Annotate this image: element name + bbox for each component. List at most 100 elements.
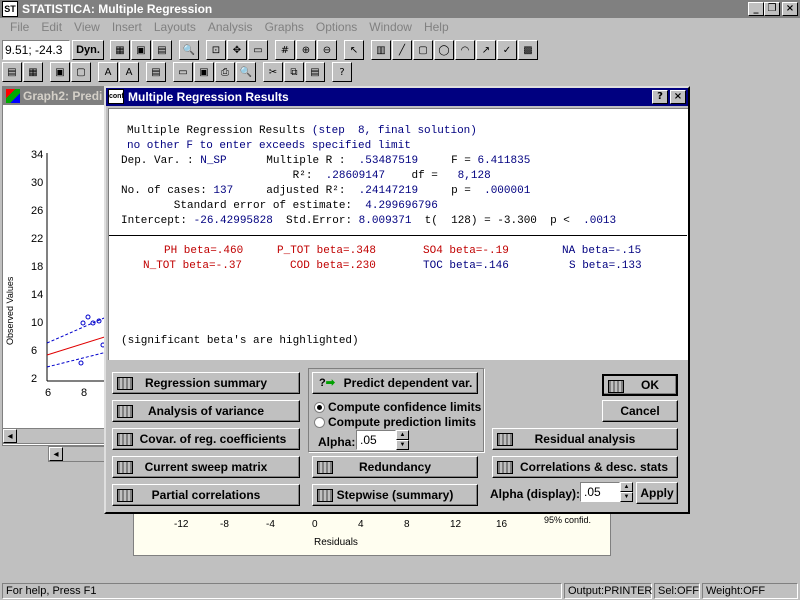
menu-file[interactable]: File bbox=[4, 18, 35, 37]
cut-icon[interactable]: ✂ bbox=[263, 62, 283, 82]
layout-icon[interactable]: ▤ bbox=[152, 40, 172, 60]
cancel-button[interactable]: Cancel bbox=[602, 400, 678, 422]
brush-icon[interactable]: ▥ bbox=[371, 40, 391, 60]
ok-button[interactable]: OK bbox=[602, 374, 678, 396]
fill-icon[interactable]: ▣ bbox=[50, 62, 70, 82]
pointer-icon[interactable]: ↖ bbox=[344, 40, 364, 60]
close-icon[interactable]: × bbox=[782, 2, 798, 16]
residual-analysis-button[interactable]: Residual analysis bbox=[492, 428, 678, 450]
alpha-input[interactable]: .05 bbox=[356, 430, 396, 450]
current-sweep-matrix-button[interactable]: Current sweep matrix bbox=[112, 456, 300, 478]
help-icon[interactable]: ? bbox=[332, 62, 352, 82]
redundancy-button[interactable]: Redundancy bbox=[312, 456, 478, 478]
frame-icon[interactable]: ▢ bbox=[71, 62, 91, 82]
spin-up-icon[interactable]: ▲ bbox=[396, 430, 409, 440]
graph-hscrollbar-2[interactable]: ◂ bbox=[48, 446, 108, 462]
open-icon[interactable]: ▭ bbox=[173, 62, 193, 82]
confidence-limits-radio[interactable]: Compute confidence limits bbox=[314, 400, 481, 414]
paste-icon[interactable]: ▤ bbox=[305, 62, 325, 82]
zoom-in-icon[interactable]: ⊕ bbox=[296, 40, 316, 60]
analysis-of-variance-button[interactable]: Analysis of variance bbox=[112, 400, 300, 422]
scale-icon[interactable]: ▭ bbox=[248, 40, 268, 60]
menu-view[interactable]: View bbox=[68, 18, 106, 37]
draw-arrow-icon[interactable]: ↗ bbox=[476, 40, 496, 60]
spin-up-icon[interactable]: ▲ bbox=[620, 482, 633, 492]
menu-window[interactable]: Window bbox=[363, 18, 418, 37]
alpha-display-input[interactable]: .05 bbox=[580, 482, 620, 502]
dialog-title: Multiple Regression Results bbox=[128, 90, 289, 104]
spin-down-icon[interactable]: ▼ bbox=[620, 492, 633, 502]
graph2-titlebar[interactable]: Graph2: Predi bbox=[3, 87, 111, 105]
print-icon[interactable]: ⎙ bbox=[215, 62, 235, 82]
draw-ellipse-icon[interactable]: ◯ bbox=[434, 40, 454, 60]
menu-layouts[interactable]: Layouts bbox=[148, 18, 202, 37]
status-output[interactable]: Output:PRINTER bbox=[564, 583, 652, 599]
beta-s: S beta=.133 bbox=[569, 260, 642, 272]
copy-icon[interactable]: ⧉ bbox=[284, 62, 304, 82]
dialog-titlebar[interactable]: conf Multiple Regression Results ? × bbox=[106, 88, 688, 106]
menu-insert[interactable]: Insert bbox=[106, 18, 148, 37]
dialog-close-icon[interactable]: × bbox=[670, 90, 686, 104]
draw-arc-icon[interactable]: ◠ bbox=[455, 40, 475, 60]
graph-layout-icon[interactable]: ▤ bbox=[146, 62, 166, 82]
predict-dependent-button[interactable]: ?➡ Predict dependent var. bbox=[312, 372, 478, 394]
apply-button[interactable]: Apply bbox=[636, 482, 678, 504]
residuals-xtick: 8 bbox=[404, 519, 410, 530]
colors-icon[interactable]: ▦ bbox=[23, 62, 43, 82]
status-sel[interactable]: Sel:OFF bbox=[654, 583, 700, 599]
toolbar-format: ▤ ▦ ▣ ▢ A A ▤ ▭ ▣ ⎙ 🔍 ✂ ⧉ ▤ ? bbox=[0, 60, 800, 84]
check-icon[interactable]: ✓ bbox=[497, 40, 517, 60]
zoom-area-icon[interactable]: ⊡ bbox=[206, 40, 226, 60]
save-icon[interactable]: ▣ bbox=[194, 62, 214, 82]
residuals-xtick: 16 bbox=[496, 519, 508, 530]
pan-icon[interactable]: ✥ bbox=[227, 40, 247, 60]
coordinate-readout: 9.51; -24.3 bbox=[2, 40, 70, 60]
correlations-desc-stats-button[interactable]: Correlations & desc. stats bbox=[492, 456, 678, 478]
draw-line-icon[interactable]: ╱ bbox=[392, 40, 412, 60]
font-larger-icon[interactable]: A bbox=[98, 62, 118, 82]
prediction-limits-radio[interactable]: Compute prediction limits bbox=[314, 415, 476, 429]
restore-icon[interactable]: ❐ bbox=[764, 2, 780, 16]
preview-icon[interactable]: 🔍 bbox=[236, 62, 256, 82]
minimize-icon[interactable]: _ bbox=[748, 2, 764, 16]
spin-down-icon[interactable]: ▼ bbox=[396, 440, 409, 450]
menu-options[interactable]: Options bbox=[310, 18, 363, 37]
table-icon bbox=[497, 433, 513, 446]
residuals-xtick: -8 bbox=[220, 519, 229, 530]
menu-edit[interactable]: Edit bbox=[35, 18, 68, 37]
dyn-button[interactable]: Dyn. bbox=[72, 40, 104, 60]
lock-icon[interactable]: ▩ bbox=[518, 40, 538, 60]
draw-rect-icon[interactable]: ▢ bbox=[413, 40, 433, 60]
menu-analysis[interactable]: Analysis bbox=[202, 18, 259, 37]
palette-icon[interactable]: ▤ bbox=[2, 62, 22, 82]
regression-results-dialog: conf Multiple Regression Results ? × Mul… bbox=[104, 86, 690, 514]
menu-help[interactable]: Help bbox=[418, 18, 455, 37]
stepwise-summary-button[interactable]: Stepwise (summary) bbox=[312, 484, 478, 506]
regression-summary-button[interactable]: Regression summary bbox=[112, 372, 300, 394]
dialog-icon: conf bbox=[108, 89, 124, 104]
grid-icon[interactable]: # bbox=[275, 40, 295, 60]
graph2-hscrollbar[interactable]: ◂ bbox=[2, 428, 106, 444]
alpha-spinner[interactable]: ▲ ▼ bbox=[396, 430, 409, 450]
results-line-7: Intercept: -26.42995828 Std.Error: 8.009… bbox=[121, 215, 617, 227]
graph2-window[interactable]: Graph2: Predi Observed Values 34 30 26 22 18… bbox=[2, 86, 112, 446]
alpha-display-spinner[interactable]: ▲ ▼ bbox=[620, 482, 633, 502]
graph2-svg bbox=[46, 153, 111, 382]
dialog-help-icon[interactable]: ? bbox=[652, 90, 668, 104]
zoom-view-icon[interactable]: 🔍 bbox=[179, 40, 199, 60]
status-weight[interactable]: Weight:OFF bbox=[702, 583, 798, 599]
residuals-xlabel: Residuals bbox=[314, 537, 358, 548]
graph-icon[interactable]: ▦ bbox=[110, 40, 130, 60]
scroll-left-icon[interactable]: ◂ bbox=[3, 429, 17, 443]
covar-coefficients-button[interactable]: Covar. of reg. coefficients bbox=[112, 428, 300, 450]
menu-graphs[interactable]: Graphs bbox=[259, 18, 310, 37]
scroll-left-icon-2[interactable]: ◂ bbox=[49, 447, 63, 461]
font-smaller-icon[interactable]: A bbox=[119, 62, 139, 82]
graph-window-icon bbox=[6, 89, 20, 103]
graph2-ytick: 18 bbox=[31, 261, 44, 273]
zoom-out-icon[interactable]: ⊖ bbox=[317, 40, 337, 60]
window-icon[interactable]: ▣ bbox=[131, 40, 151, 60]
partial-correlations-button[interactable]: Partial correlations bbox=[112, 484, 300, 506]
graph2-plot: Observed Values 34 30 26 22 18 14 10 6 2 6 8 bbox=[3, 105, 111, 445]
app-titlebar: ST STATISTICA: Multiple Regression _ ❐ × bbox=[0, 0, 800, 18]
